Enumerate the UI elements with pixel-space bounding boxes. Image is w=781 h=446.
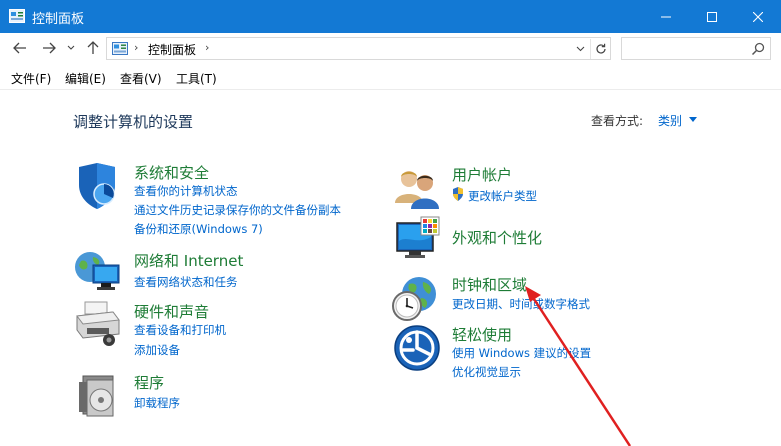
menu-file[interactable]: 文件(F) bbox=[11, 70, 51, 87]
view-by-label: 查看方式: bbox=[591, 114, 644, 128]
maximize-button[interactable] bbox=[689, 0, 735, 33]
minimize-button[interactable] bbox=[643, 0, 689, 33]
refresh-icon bbox=[595, 43, 606, 54]
menu-edit[interactable]: 编辑(E) bbox=[65, 70, 106, 87]
arrow-right-icon bbox=[43, 42, 56, 54]
link-change-account-type[interactable]: 更改帐户类型 bbox=[468, 188, 537, 204]
link-use-recommended-settings[interactable]: 使用 Windows 建议的设置 bbox=[452, 345, 591, 361]
forward-button[interactable] bbox=[38, 37, 60, 59]
search-box[interactable] bbox=[621, 37, 771, 60]
category-appearance-personalization[interactable]: 外观和个性化 bbox=[452, 227, 542, 248]
main-content: 调整计算机的设置 查看方式: 类别 系统和安全 查看你的计算机状态 通过文件历史… bbox=[0, 91, 781, 446]
category-hardware-sound[interactable]: 硬件和声音 bbox=[134, 301, 209, 322]
link-change-date-time-format[interactable]: 更改日期、时间或数字格式 bbox=[452, 296, 590, 312]
user-accounts-icon[interactable] bbox=[393, 163, 443, 213]
category-ease-of-access[interactable]: 轻松使用 bbox=[452, 324, 512, 345]
link-optimize-visual-display[interactable]: 优化视觉显示 bbox=[452, 364, 521, 380]
link-file-history-backup[interactable]: 通过文件历史记录保存你的文件备份副本 bbox=[134, 202, 341, 218]
category-clock-region[interactable]: 时钟和区域 bbox=[452, 274, 527, 295]
printer-icon[interactable] bbox=[73, 298, 123, 348]
link-backup-restore[interactable]: 备份和还原(Windows 7) bbox=[134, 221, 263, 237]
search-input[interactable] bbox=[626, 41, 746, 57]
breadcrumb-control-panel[interactable]: 控制面板 bbox=[148, 41, 196, 58]
control-panel-icon bbox=[9, 9, 25, 23]
close-button[interactable] bbox=[735, 0, 781, 33]
menu-view[interactable]: 查看(V) bbox=[120, 70, 162, 87]
address-bar[interactable]: › 控制面板 › bbox=[106, 37, 611, 60]
dropdown-arrow-icon[interactable] bbox=[689, 117, 697, 122]
uac-shield-icon bbox=[453, 187, 463, 201]
category-programs[interactable]: 程序 bbox=[134, 372, 164, 393]
link-uninstall-program[interactable]: 卸载程序 bbox=[134, 395, 180, 411]
arrow-up-icon bbox=[87, 41, 99, 54]
control-panel-icon bbox=[112, 42, 128, 55]
back-button[interactable] bbox=[9, 37, 31, 59]
shield-icon[interactable] bbox=[73, 161, 123, 211]
link-add-device[interactable]: 添加设备 bbox=[134, 342, 180, 358]
breadcrumb-separator[interactable]: › bbox=[134, 41, 138, 54]
recent-locations-button[interactable] bbox=[64, 37, 78, 59]
ease-of-access-icon[interactable] bbox=[393, 324, 443, 374]
view-by-dropdown[interactable]: 类别 bbox=[658, 112, 682, 129]
close-icon bbox=[753, 11, 763, 22]
arrow-left-icon bbox=[13, 42, 26, 54]
link-check-computer-status[interactable]: 查看你的计算机状态 bbox=[134, 183, 238, 199]
refresh-button[interactable] bbox=[590, 39, 610, 59]
maximize-icon bbox=[707, 11, 717, 22]
breadcrumb-separator[interactable]: › bbox=[205, 41, 209, 54]
category-system-security[interactable]: 系统和安全 bbox=[134, 162, 209, 183]
menu-tools[interactable]: 工具(T) bbox=[176, 70, 217, 87]
minimize-icon bbox=[661, 16, 671, 17]
page-title: 调整计算机的设置 bbox=[73, 113, 194, 131]
chevron-down-icon bbox=[576, 46, 584, 52]
link-devices-printers[interactable]: 查看设备和打印机 bbox=[134, 322, 226, 338]
search-icon[interactable] bbox=[750, 41, 766, 57]
programs-disc-icon[interactable] bbox=[75, 370, 125, 420]
window-title: 控制面板 bbox=[32, 12, 85, 27]
navigation-bar: › 控制面板 › bbox=[0, 33, 781, 64]
link-network-status[interactable]: 查看网络状态和任务 bbox=[134, 274, 238, 290]
up-button[interactable] bbox=[82, 37, 104, 59]
network-globe-icon[interactable] bbox=[73, 249, 123, 299]
address-dropdown-button[interactable] bbox=[572, 40, 588, 58]
menu-bar: 文件(F) 编辑(E) 查看(V) 工具(T) bbox=[0, 64, 781, 90]
chevron-down-icon bbox=[67, 45, 75, 50]
clock-globe-icon[interactable] bbox=[391, 274, 441, 324]
title-bar: 控制面板 bbox=[0, 0, 781, 33]
category-network-internet[interactable]: 网络和 Internet bbox=[134, 250, 243, 271]
appearance-personalization-icon[interactable] bbox=[393, 215, 443, 265]
category-user-accounts[interactable]: 用户帐户 bbox=[452, 164, 512, 185]
